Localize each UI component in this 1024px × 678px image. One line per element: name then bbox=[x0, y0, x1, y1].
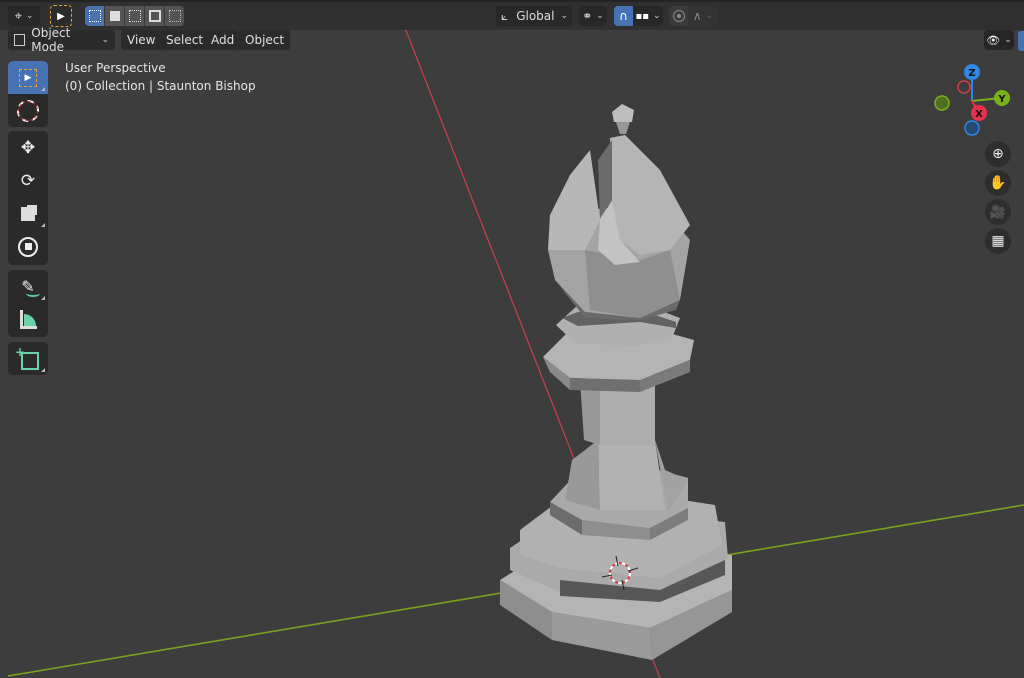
sidebar-toggle-tab[interactable] bbox=[1018, 31, 1024, 51]
measure-ruler-icon bbox=[19, 310, 37, 329]
toolbar-group-select: ▶ bbox=[8, 61, 48, 127]
chevron-down-icon: ⌄ bbox=[596, 11, 604, 21]
chevron-down-icon: ⌄ bbox=[653, 11, 661, 21]
menu-object[interactable]: Object bbox=[239, 30, 291, 50]
collection-label: (0) Collection | Staunton Bishop bbox=[65, 79, 256, 93]
pivot-point-dropdown[interactable]: ⚭ ⌄ bbox=[579, 6, 607, 26]
selection-mode-group bbox=[85, 6, 184, 26]
grid-perspective-icon: ▦ bbox=[991, 233, 1005, 249]
gizmo-neg-y[interactable] bbox=[934, 95, 950, 111]
select-invert-icon bbox=[148, 10, 161, 22]
navigation-gizmo[interactable]: Z Y X bbox=[925, 60, 1020, 140]
move-icon: ✥ bbox=[20, 137, 36, 158]
transform-icon bbox=[18, 236, 38, 257]
tool-scale[interactable] bbox=[8, 197, 48, 230]
menu-add[interactable]: Add bbox=[205, 30, 241, 50]
tool-cursor[interactable] bbox=[8, 94, 48, 127]
camera-view-button[interactable]: 🎥 bbox=[985, 199, 1011, 225]
gizmo-neg-x[interactable] bbox=[957, 80, 971, 94]
transform-orientation-dropdown[interactable]: ⟀ Global ⌄ bbox=[496, 6, 572, 26]
object-visibility-dropdown[interactable]: 👁 ⌄ bbox=[984, 30, 1014, 50]
toolbar-group-transform: ✥ ⟳ bbox=[8, 131, 48, 265]
3d-viewport-icon: ⌖ bbox=[14, 8, 22, 24]
gizmo-x-label: X bbox=[975, 109, 983, 120]
set-new-selection-button[interactable] bbox=[85, 6, 105, 26]
select-new-icon bbox=[88, 10, 101, 22]
select-tool-button[interactable]: ▶ bbox=[50, 5, 72, 27]
falloff-dropdown[interactable]: ∧ ⌄ bbox=[688, 6, 718, 26]
snap-increment-icon: ▪▪ bbox=[635, 10, 649, 22]
falloff-curve-icon: ∧ bbox=[692, 9, 702, 23]
pan-view-button[interactable]: ✋ bbox=[985, 170, 1011, 196]
mode-dropdown[interactable]: Object Mode ⌄ bbox=[8, 26, 115, 54]
gizmo-z-label: Z bbox=[968, 68, 975, 79]
tool-annotate[interactable]: ✎ bbox=[8, 270, 48, 303]
tool-transform[interactable] bbox=[8, 230, 48, 263]
tool-rotate[interactable]: ⟳ bbox=[8, 164, 48, 197]
orientation-axes-icon: ⟀ bbox=[501, 8, 509, 23]
chevron-down-icon: ⌄ bbox=[705, 11, 714, 21]
menu-view[interactable]: View bbox=[121, 30, 162, 50]
extend-selection-button[interactable] bbox=[105, 6, 125, 26]
editor-type-button[interactable]: ⌖ ⌄ bbox=[8, 6, 40, 26]
chevron-down-icon: ⌄ bbox=[25, 11, 34, 21]
scene-canvas bbox=[7, 27, 1024, 678]
chevron-down-icon: ⌄ bbox=[560, 11, 568, 21]
proportional-edit-icon bbox=[672, 10, 685, 22]
toolbar-group-add: + bbox=[8, 342, 48, 375]
tool-add-cube[interactable]: + bbox=[8, 342, 48, 375]
snap-toggle[interactable]: ∩ bbox=[614, 6, 633, 26]
rotate-icon: ⟳ bbox=[20, 170, 36, 191]
chevron-down-icon: ⌄ bbox=[1004, 35, 1012, 45]
snap-magnet-icon: ∩ bbox=[619, 9, 628, 23]
ortho-toggle-button[interactable]: ▦ bbox=[985, 228, 1011, 254]
tool-measure[interactable] bbox=[8, 303, 48, 336]
invert-selection-button[interactable] bbox=[145, 6, 165, 26]
chevron-down-icon: ⌄ bbox=[101, 35, 109, 45]
zoom-view-button[interactable]: ⊕ bbox=[985, 141, 1011, 167]
pivot-point-icon: ⚭ bbox=[582, 9, 593, 23]
select-box-icon: ▶ bbox=[57, 10, 65, 22]
cursor-icon bbox=[17, 99, 39, 122]
tool-select-box[interactable]: ▶ bbox=[8, 61, 48, 94]
gizmo-y-label: Y bbox=[997, 94, 1006, 105]
intersect-selection-button[interactable] bbox=[165, 6, 184, 26]
toolbar-group-annotate: ✎ bbox=[8, 270, 48, 337]
tool-move[interactable]: ✥ bbox=[8, 131, 48, 164]
perspective-label: User Perspective bbox=[65, 61, 166, 75]
mode-label: Object Mode bbox=[31, 26, 71, 54]
select-extend-icon bbox=[109, 11, 120, 21]
scale-icon bbox=[21, 206, 35, 221]
transform-orientation-label: Global bbox=[516, 9, 555, 23]
subtract-selection-button[interactable] bbox=[125, 6, 145, 26]
select-subtract-icon bbox=[128, 10, 141, 22]
object-visibility-icon: 👁 bbox=[986, 33, 1001, 47]
zoom-magnifier-icon: ⊕ bbox=[992, 146, 1004, 162]
menu-select[interactable]: Select bbox=[160, 30, 210, 50]
select-box-icon: ▶ bbox=[19, 68, 37, 87]
select-intersect-icon bbox=[168, 10, 181, 22]
object-mode-icon bbox=[14, 34, 26, 46]
proportional-edit-toggle[interactable] bbox=[669, 6, 688, 26]
hand-pan-icon: ✋ bbox=[989, 175, 1007, 191]
gizmo-neg-z[interactable] bbox=[964, 120, 980, 136]
snap-target-dropdown[interactable]: ▪▪ ⌄ bbox=[633, 6, 663, 26]
chess-bishop-mesh[interactable] bbox=[500, 104, 732, 660]
camera-icon: 🎥 bbox=[989, 204, 1007, 220]
